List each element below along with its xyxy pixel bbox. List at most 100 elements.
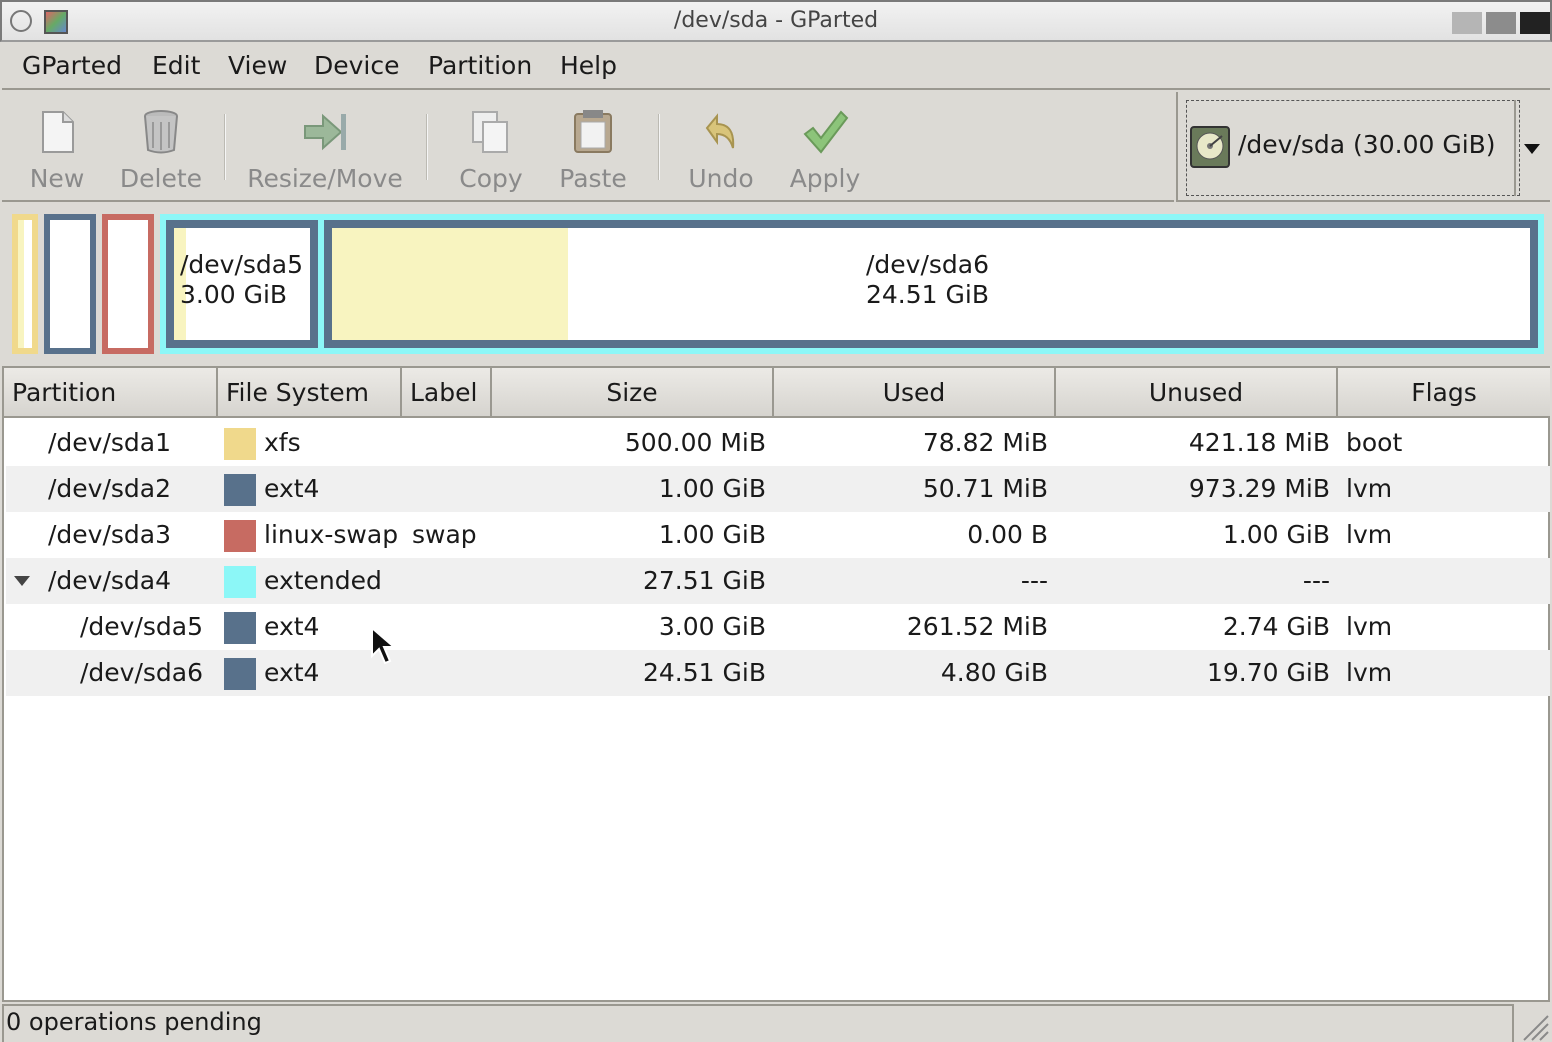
- cell-size: 1.00 GiB: [658, 474, 766, 503]
- paste-icon: [574, 110, 612, 153]
- hard-disk-icon: [1190, 126, 1230, 168]
- cell-partition: /dev/sda2: [48, 474, 172, 503]
- graph-sda6-name: /dev/sda6: [866, 250, 990, 279]
- delete-button[interactable]: Delete: [106, 100, 216, 196]
- cell-filesystem: xfs: [264, 428, 301, 457]
- cell-label: swap: [412, 520, 477, 549]
- filesystem-color-swatch: [224, 612, 256, 644]
- chevron-down-icon: [1524, 144, 1540, 154]
- resize-move-label: Resize/Move: [247, 164, 403, 193]
- table-header: Partition File System Label Size Used Un…: [4, 368, 1550, 418]
- cell-filesystem: ext4: [264, 612, 320, 641]
- cell-unused: 421.18 MiB: [1188, 428, 1330, 457]
- apply-button[interactable]: Apply: [770, 100, 880, 196]
- graph-sda5-label: /dev/sda5 3.00 GiB: [180, 250, 303, 310]
- graph-partition-sda2[interactable]: [44, 214, 96, 354]
- filesystem-color-swatch: [224, 658, 256, 690]
- filesystem-color-swatch: [224, 520, 256, 552]
- graph-partition-sda3[interactable]: [102, 214, 154, 354]
- filesystem-color-swatch: [224, 566, 256, 598]
- graph-sda6-size: 24.51 GiB: [866, 280, 989, 309]
- cell-used: 50.71 MiB: [922, 474, 1048, 503]
- cell-filesystem: linux-swap: [264, 520, 399, 549]
- graph-partition-sda6[interactable]: /dev/sda6 24.51 GiB: [324, 220, 1538, 348]
- toolbar-separator: [224, 114, 226, 180]
- cell-size: 3.00 GiB: [658, 612, 766, 641]
- cell-size: 500.00 MiB: [624, 428, 766, 457]
- graph-partition-sda1[interactable]: [12, 214, 38, 354]
- cell-partition: /dev/sda1: [48, 428, 172, 457]
- column-header-unused[interactable]: Unused: [1056, 368, 1338, 418]
- menu-help[interactable]: Help: [560, 51, 617, 80]
- cell-used: 78.82 MiB: [922, 428, 1048, 457]
- toolbar: New Delete Resize/Move Copy Paste Undo A…: [2, 92, 1174, 202]
- column-header-label[interactable]: Label: [402, 368, 492, 418]
- column-header-filesystem[interactable]: File System: [218, 368, 402, 418]
- table-row[interactable]: /dev/sda2 ext4 1.00 GiB 50.71 MiB 973.29…: [6, 466, 1550, 512]
- used-space-bar: [18, 220, 24, 348]
- paste-button[interactable]: Paste: [538, 100, 648, 196]
- new-document-icon: [42, 111, 74, 153]
- cell-unused: 973.29 MiB: [1188, 474, 1330, 503]
- resize-grip-icon[interactable]: [1518, 1010, 1550, 1042]
- partition-graph: /dev/sda5 3.00 GiB /dev/sda6 24.51 GiB: [2, 204, 1550, 364]
- window-title: /dev/sda - GParted: [673, 8, 879, 33]
- cell-used: 261.52 MiB: [906, 612, 1048, 641]
- expander-chevron-down-icon[interactable]: [14, 576, 30, 586]
- graph-sda5-name: /dev/sda5: [180, 250, 304, 279]
- undo-icon: [705, 113, 735, 149]
- close-button[interactable]: [1520, 12, 1550, 34]
- apply-label: Apply: [789, 164, 861, 193]
- mouse-pointer-icon: [371, 626, 397, 665]
- column-header-used[interactable]: Used: [774, 368, 1056, 418]
- cell-size: 27.51 GiB: [643, 566, 766, 595]
- column-header-flags[interactable]: Flags: [1338, 368, 1550, 418]
- title-bar: /dev/sda - GParted: [0, 0, 1552, 42]
- partition-table: Partition File System Label Size Used Un…: [2, 366, 1550, 1002]
- table-row[interactable]: /dev/sda1 xfs 500.00 MiB 78.82 MiB 421.1…: [6, 420, 1550, 466]
- checkmark-icon: [803, 110, 849, 154]
- cell-flags: lvm: [1346, 474, 1393, 503]
- cell-unused: 19.70 GiB: [1207, 658, 1330, 687]
- cell-unused: ---: [1302, 566, 1330, 595]
- menu-device[interactable]: Device: [314, 51, 400, 80]
- menu-edit[interactable]: Edit: [152, 51, 200, 80]
- cell-filesystem: ext4: [264, 474, 320, 503]
- device-dropdown-toggle[interactable]: [1514, 100, 1548, 196]
- table-row[interactable]: /dev/sda3 linux-swap swap 1.00 GiB 0.00 …: [6, 512, 1550, 558]
- column-header-size[interactable]: Size: [492, 368, 774, 418]
- status-bar: 0 operations pending: [2, 1004, 1550, 1042]
- graph-sda6-label: /dev/sda6 24.51 GiB: [866, 250, 989, 310]
- status-text: 0 operations pending: [6, 1008, 262, 1036]
- cell-filesystem: extended: [264, 566, 382, 595]
- filesystem-color-swatch: [224, 474, 256, 506]
- resize-move-button[interactable]: Resize/Move: [247, 100, 403, 196]
- cell-partition: /dev/sda6: [80, 658, 204, 687]
- resize-arrow-icon: [304, 113, 346, 151]
- graph-sda5-size: 3.00 GiB: [180, 280, 288, 309]
- maximize-button[interactable]: [1486, 12, 1516, 34]
- cell-flags: lvm: [1346, 520, 1393, 549]
- menu-partition[interactable]: Partition: [428, 51, 532, 80]
- cell-size: 1.00 GiB: [658, 520, 766, 549]
- graph-partition-sda5[interactable]: /dev/sda5 3.00 GiB: [166, 220, 318, 348]
- filesystem-color-swatch: [224, 428, 256, 460]
- menu-gparted[interactable]: GParted: [22, 51, 122, 80]
- table-row[interactable]: /dev/sda5 ext4 3.00 GiB 261.52 MiB 2.74 …: [6, 604, 1550, 650]
- menu-bar: GParted Edit View Device Partition Help: [2, 42, 1550, 90]
- cell-size: 24.51 GiB: [643, 658, 766, 687]
- table-row[interactable]: /dev/sda4 extended 27.51 GiB --- ---: [6, 558, 1550, 604]
- column-header-partition[interactable]: Partition: [4, 368, 218, 418]
- used-space-bar: [332, 228, 568, 340]
- device-selector[interactable]: /dev/sda (30.00 GiB): [1176, 92, 1550, 202]
- minimize-button[interactable]: [1452, 12, 1482, 34]
- trash-icon: [144, 110, 178, 154]
- table-row[interactable]: /dev/sda6 ext4 24.51 GiB 4.80 GiB 19.70 …: [6, 650, 1550, 696]
- copy-icon: [472, 111, 508, 153]
- cell-unused: 1.00 GiB: [1222, 520, 1330, 549]
- cell-filesystem: ext4: [264, 658, 320, 687]
- menu-view[interactable]: View: [228, 51, 287, 80]
- cell-unused: 2.74 GiB: [1222, 612, 1330, 641]
- cell-partition: /dev/sda4: [48, 566, 172, 595]
- delete-label: Delete: [119, 164, 203, 193]
